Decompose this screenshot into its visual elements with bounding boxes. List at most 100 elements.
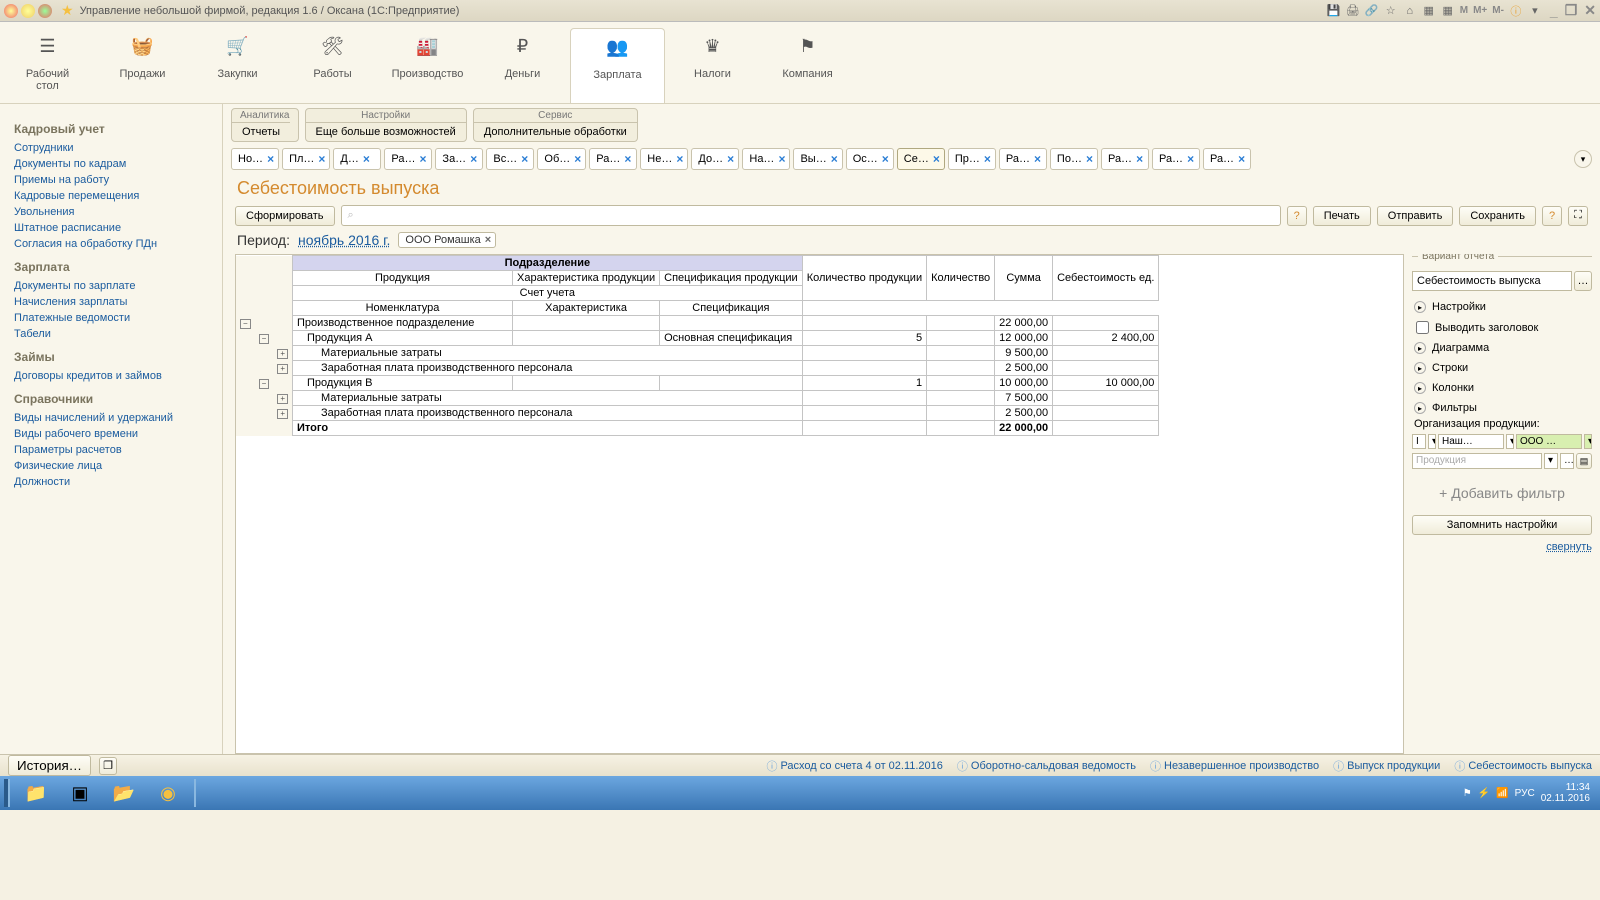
table-row[interactable]: +Заработная плата производственного перс… xyxy=(236,361,1159,376)
doctab[interactable]: До…× xyxy=(691,148,739,170)
section-cols[interactable]: ▸Колонки xyxy=(1412,378,1592,398)
doctab[interactable]: Се…× xyxy=(897,148,945,170)
doctab[interactable]: По…× xyxy=(1050,148,1098,170)
sidebar-link[interactable]: Должности xyxy=(14,474,222,490)
doctab[interactable]: Ос…× xyxy=(846,148,894,170)
doctab-close-icon[interactable]: × xyxy=(521,152,528,166)
doctab-close-icon[interactable]: × xyxy=(778,152,785,166)
doctab[interactable]: Ра…× xyxy=(1152,148,1200,170)
table-row[interactable]: −Продукция АОсновная спецификация512 000… xyxy=(236,331,1159,346)
topnav-4[interactable]: 🏭Производство xyxy=(380,28,475,103)
home-icon[interactable]: ⌂ xyxy=(1402,3,1418,19)
window-min-dot[interactable] xyxy=(21,4,35,18)
sidebar-link[interactable]: Документы по кадрам xyxy=(14,156,222,172)
section-rows[interactable]: ▸Строки xyxy=(1412,358,1592,378)
taskbar-folder-icon[interactable]: 📂 xyxy=(102,779,146,807)
dropdown-icon[interactable]: ▾ xyxy=(1527,3,1543,19)
org-chip[interactable]: ООО Ромашка × xyxy=(398,232,496,248)
add-filter-link[interactable]: + Добавить фильтр xyxy=(1412,471,1592,515)
status-link[interactable]: Оборотно-сальдовая ведомость xyxy=(957,758,1136,774)
doctab-close-icon[interactable]: × xyxy=(933,152,940,166)
taskbar-shell-icon[interactable]: ▣ xyxy=(58,779,102,807)
link-icon[interactable]: 🔗 xyxy=(1364,3,1380,19)
doctab-close-icon[interactable]: × xyxy=(676,152,683,166)
tray-lang[interactable]: РУС xyxy=(1515,788,1535,799)
calendar-icon[interactable]: ▦ xyxy=(1440,3,1456,19)
help2-icon[interactable]: ? xyxy=(1542,206,1562,226)
minimize-icon[interactable]: _ xyxy=(1550,3,1558,19)
close-icon[interactable]: ✕ xyxy=(1584,2,1596,19)
taskbar-1c-icon[interactable]: ◉ xyxy=(146,779,190,807)
topnav-1[interactable]: 🧺Продажи xyxy=(95,28,190,103)
topnav-5[interactable]: ₽Деньги xyxy=(475,28,570,103)
topnav-8[interactable]: ⚑Компания xyxy=(760,28,855,103)
doctab[interactable]: Ра…× xyxy=(999,148,1047,170)
send-button[interactable]: Отправить xyxy=(1377,206,1454,226)
doctabs-more-icon[interactable]: ▾ xyxy=(1574,150,1592,168)
table-row[interactable]: +Заработная плата производственного перс… xyxy=(236,406,1159,421)
sidebar-link[interactable]: Параметры расчетов xyxy=(14,442,222,458)
sidebar-link[interactable]: Увольнения xyxy=(14,204,222,220)
table-row[interactable]: +Материальные затраты9 500,00 xyxy=(236,346,1159,361)
star-icon[interactable]: ☆ xyxy=(1383,3,1399,19)
doctab[interactable]: Пл…× xyxy=(282,148,330,170)
taskbar-explorer-icon[interactable]: 📁 xyxy=(14,779,58,807)
topnav-3[interactable]: 🛠Работы xyxy=(285,28,380,103)
calc-icon[interactable]: ▦ xyxy=(1421,3,1437,19)
filter-prod-row[interactable]: Продукция ▾ … ▤ xyxy=(1412,451,1592,471)
variant-more-icon[interactable]: … xyxy=(1574,271,1592,291)
doctab[interactable]: Д…× xyxy=(333,148,381,170)
m-button[interactable]: M xyxy=(1460,5,1468,16)
doctab-close-icon[interactable]: × xyxy=(318,152,325,166)
subtab-btn[interactable]: Отчеты xyxy=(232,122,290,141)
doctab-close-icon[interactable]: × xyxy=(624,152,631,166)
table-row[interactable]: +Материальные затраты7 500,00 xyxy=(236,391,1159,406)
org-chip-close-icon[interactable]: × xyxy=(485,234,491,246)
tray-power-icon[interactable]: ⚡ xyxy=(1478,788,1490,799)
section-settings[interactable]: ▸Настройки xyxy=(1412,297,1592,317)
sidebar-link[interactable]: Начисления зарплаты xyxy=(14,294,222,310)
status-link[interactable]: Себестоимость выпуска xyxy=(1454,758,1592,774)
restore-icon[interactable]: ❐ xyxy=(1565,2,1578,19)
sidebar-link[interactable]: Согласия на обработку ПДн xyxy=(14,236,222,252)
doctab[interactable]: Об…× xyxy=(537,148,586,170)
sidebar-link[interactable]: Сотрудники xyxy=(14,140,222,156)
doctab-close-icon[interactable]: × xyxy=(1086,152,1093,166)
period-value[interactable]: ноябрь 2016 г. xyxy=(298,232,390,248)
info-icon[interactable]: ⓘ xyxy=(1508,3,1524,19)
topnav-6[interactable]: 👥Зарплата xyxy=(570,28,665,103)
doctab-close-icon[interactable]: × xyxy=(267,152,274,166)
sidebar-link[interactable]: Приемы на работу xyxy=(14,172,222,188)
remember-button[interactable]: Запомнить настройки xyxy=(1412,515,1592,535)
sidebar-link[interactable]: Виды рабочего времени xyxy=(14,426,222,442)
window-max-dot[interactable] xyxy=(38,4,52,18)
doctab[interactable]: Ра…× xyxy=(1203,148,1251,170)
status-link[interactable]: Расход со счета 4 от 02.11.2016 xyxy=(766,758,942,774)
sidebar-link[interactable]: Документы по зарплате xyxy=(14,278,222,294)
doctab[interactable]: Ра…× xyxy=(1101,148,1149,170)
fullscreen-icon[interactable]: ⛶ xyxy=(1568,206,1588,226)
doctab-close-icon[interactable]: × xyxy=(1034,152,1041,166)
doctab[interactable]: Вс…× xyxy=(486,148,534,170)
doctab-close-icon[interactable]: × xyxy=(363,152,370,166)
sidebar-link[interactable]: Договоры кредитов и займов xyxy=(14,368,222,384)
doctab-close-icon[interactable]: × xyxy=(882,152,889,166)
table-row[interactable]: −Продукция В110 000,0010 000,00 xyxy=(236,376,1159,391)
save-button[interactable]: Сохранить xyxy=(1459,206,1536,226)
doctab-close-icon[interactable]: × xyxy=(984,152,991,166)
sidebar-link[interactable]: Платежные ведомости xyxy=(14,310,222,326)
section-diagram[interactable]: ▸Диаграмма xyxy=(1412,338,1592,358)
chk-header[interactable] xyxy=(1416,321,1429,334)
tray-net-icon[interactable]: 📶 xyxy=(1496,788,1508,799)
favorite-icon[interactable]: ★ xyxy=(61,2,74,19)
search-input[interactable]: ⌕ xyxy=(341,205,1281,226)
doctab-close-icon[interactable]: × xyxy=(1238,152,1245,166)
help-icon[interactable]: ? xyxy=(1287,206,1307,226)
doctab-close-icon[interactable]: × xyxy=(1136,152,1143,166)
print-button[interactable]: Печать xyxy=(1313,206,1371,226)
topnav-7[interactable]: ♛Налоги xyxy=(665,28,760,103)
topnav-2[interactable]: 🛒Закупки xyxy=(190,28,285,103)
m-plus-button[interactable]: M+ xyxy=(1473,5,1487,16)
windows-icon[interactable]: ❐ xyxy=(99,757,117,775)
doctab[interactable]: Ра…× xyxy=(384,148,432,170)
